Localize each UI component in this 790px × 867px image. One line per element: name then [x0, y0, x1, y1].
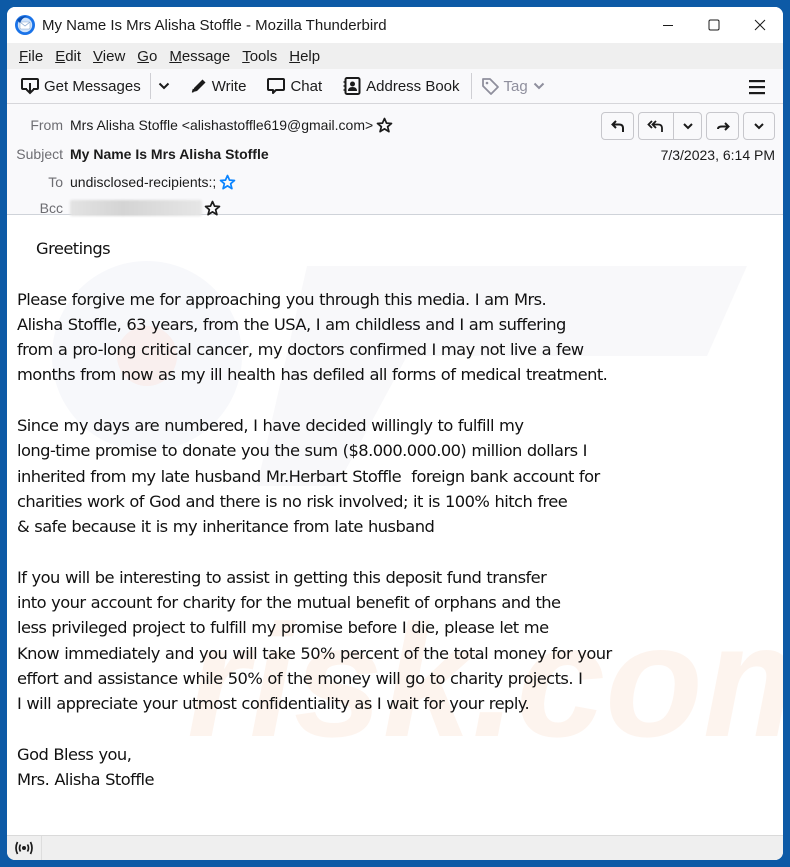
signoff-line: God Bless you,: [17, 744, 132, 764]
from-row: From Mrs Alisha Stoffle <alishastoffle61…: [7, 114, 393, 136]
write-button[interactable]: Write: [185, 71, 252, 101]
message-header: From Mrs Alisha Stoffle <alishastoffle61…: [7, 104, 783, 216]
message-body: risk.com Greetings Please forgive me for…: [7, 226, 783, 835]
body-line: into your account for charity for the mu…: [17, 593, 561, 613]
chevron-down-icon: [158, 82, 169, 90]
menu-message[interactable]: Message: [163, 48, 236, 65]
to-row: To undisclosed-recipients:;: [7, 171, 236, 193]
close-icon: [754, 19, 766, 31]
body-line: long-time promise to donate you the sum …: [17, 441, 587, 461]
get-messages-dropdown[interactable]: [155, 71, 181, 101]
body-line: Since my days are numbered, I have decid…: [17, 416, 524, 436]
address-book-button[interactable]: Address Book: [337, 71, 464, 101]
menu-file[interactable]: File: [13, 48, 49, 65]
more-actions-dropdown[interactable]: [743, 112, 775, 140]
chat-icon: [267, 78, 286, 94]
minimize-icon: [663, 25, 673, 26]
star-icon[interactable]: [219, 174, 236, 191]
bcc-row: Bcc: [7, 197, 221, 219]
body-line: from a pro-long critical cancer, my doct…: [17, 340, 584, 360]
reply-icon: [610, 120, 624, 132]
body-line: inherited from my late husband Mr.Herbar…: [17, 466, 600, 486]
body-line: charities work of God and there is no ri…: [17, 491, 568, 511]
title-bar[interactable]: My Name Is Mrs Alisha Stoffle - Mozilla …: [7, 7, 783, 43]
app-menu-button[interactable]: [745, 75, 769, 99]
star-icon[interactable]: [204, 200, 221, 217]
menu-edit[interactable]: Edit: [49, 48, 87, 65]
hamburger-menu-icon: [749, 80, 765, 95]
forward-icon: [716, 122, 730, 131]
message-text: Greetings Please forgive me for approach…: [7, 226, 783, 793]
subject-value: My Name Is Mrs Alisha Stoffle: [70, 146, 269, 162]
chat-label: Chat: [290, 77, 323, 95]
forward-button[interactable]: [706, 112, 739, 140]
body-line: months from now as my ill health has def…: [17, 365, 608, 385]
chat-button[interactable]: Chat: [261, 71, 327, 101]
chevron-down-icon: [754, 123, 764, 130]
bcc-label: Bcc: [39, 200, 63, 216]
from-label: From: [30, 117, 63, 133]
tag-label: Tag: [503, 77, 528, 95]
get-messages-button[interactable]: Get Messages: [15, 71, 146, 101]
to-value[interactable]: undisclosed-recipients:;: [70, 174, 216, 190]
reply-button[interactable]: [601, 112, 634, 140]
reply-all-button[interactable]: [639, 113, 673, 139]
menu-tools[interactable]: Tools: [236, 48, 283, 65]
chevron-down-icon: [533, 82, 544, 90]
body-line: Alisha Stoffle, 63 years, from the USA, …: [17, 314, 566, 334]
status-bar: [7, 835, 783, 860]
subject-label: Subject: [16, 146, 63, 162]
address-book-label: Address Book: [366, 77, 460, 95]
signature-line: Mrs. Alisha Stoffle: [17, 770, 155, 790]
body-line: & safe because it is my inheritance from…: [17, 517, 435, 537]
message-date: 7/3/2023, 6:14 PM: [660, 147, 775, 163]
star-icon[interactable]: [376, 117, 393, 134]
tag-icon: [481, 77, 499, 95]
greeting: Greetings: [36, 239, 111, 258]
from-value[interactable]: Mrs Alisha Stoffle <alishastoffle619@gma…: [70, 117, 373, 133]
reply-all-icon: [647, 120, 663, 132]
menu-help[interactable]: Help: [283, 48, 326, 65]
to-label: To: [48, 174, 63, 190]
online-status-icon: [15, 841, 33, 855]
tag-button[interactable]: Tag: [476, 71, 555, 101]
get-messages-icon: [21, 78, 39, 95]
reply-all-dropdown[interactable]: [673, 113, 701, 139]
body-line: If you will be interesting to assist in …: [17, 567, 547, 587]
address-book-icon: [343, 77, 361, 95]
online-status-button[interactable]: [7, 836, 42, 860]
body-line: I will appreciate your utmost confidenti…: [17, 694, 530, 714]
body-line: Know immediately and you will take 50% p…: [17, 643, 612, 663]
pencil-icon: [191, 79, 206, 93]
body-line: less privileged project to fulfill my pr…: [17, 618, 549, 638]
toolbar-separator: [470, 73, 472, 99]
message-actions: [601, 112, 775, 140]
thunderbird-logo-icon: [14, 14, 36, 36]
menu-view[interactable]: View: [87, 48, 131, 65]
menu-bar: File Edit View Go Message Tools Help: [7, 43, 783, 69]
body-line: effort and assistance while 50% of the m…: [17, 669, 583, 689]
window-title: My Name Is Mrs Alisha Stoffle - Mozilla …: [42, 16, 387, 34]
toolbar-separator: [149, 73, 151, 99]
menu-go[interactable]: Go: [131, 48, 163, 65]
minimize-button[interactable]: [645, 7, 691, 43]
reply-all-group: [638, 112, 702, 140]
close-button[interactable]: [737, 7, 783, 43]
maximize-icon: [708, 19, 720, 31]
subject-row: Subject My Name Is Mrs Alisha Stoffle: [7, 143, 269, 165]
write-label: Write: [211, 77, 247, 95]
bcc-value-redacted: [70, 200, 202, 216]
thunderbird-window: My Name Is Mrs Alisha Stoffle - Mozilla …: [7, 7, 783, 860]
maximize-button[interactable]: [691, 7, 737, 43]
body-line: Please forgive me for approaching you th…: [17, 289, 547, 309]
chevron-down-icon: [682, 123, 693, 130]
main-toolbar: Get Messages Write Chat Address Book Tag: [7, 69, 783, 104]
get-messages-label: Get Messages: [44, 77, 141, 95]
